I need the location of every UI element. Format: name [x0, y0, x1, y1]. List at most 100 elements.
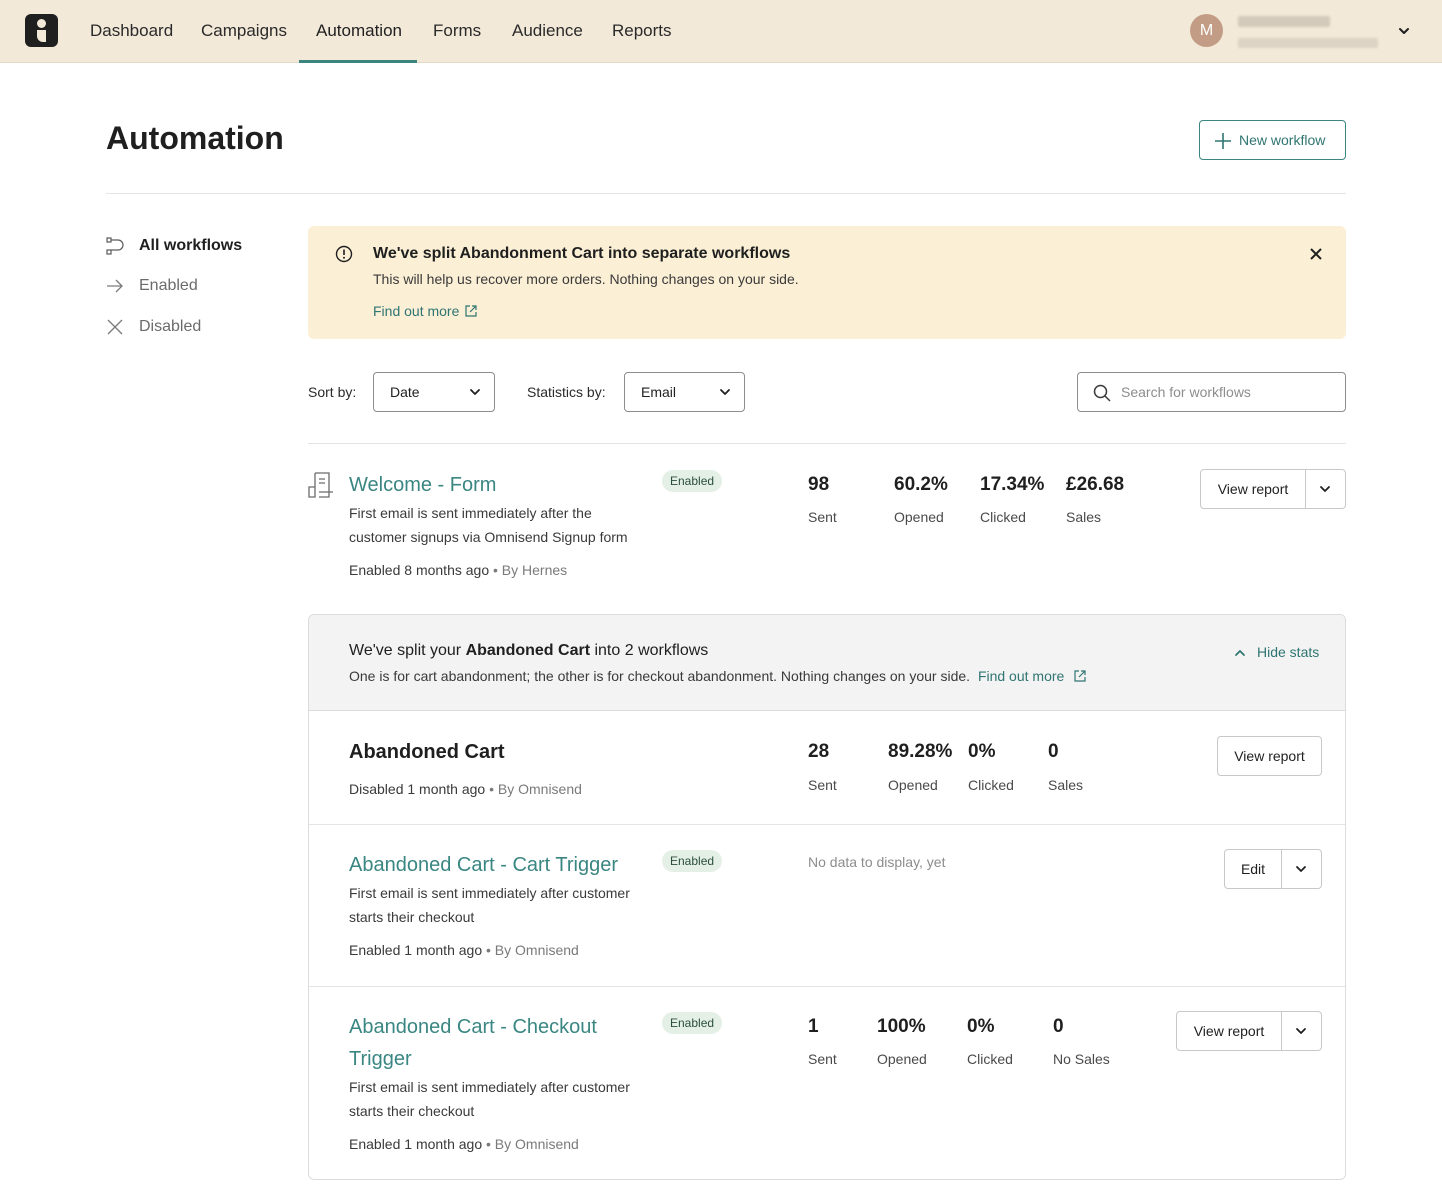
status-badge: Enabled — [662, 850, 723, 872]
edit-button[interactable]: Edit — [1225, 850, 1282, 888]
page-title: Automation — [106, 120, 284, 156]
chevron-down-icon — [1296, 866, 1306, 872]
external-link-icon — [465, 305, 477, 317]
chevron-down-icon — [470, 389, 480, 395]
workflow-author: • By Omnisend — [489, 781, 582, 797]
nav-audience[interactable]: Audience — [512, 0, 583, 63]
info-notice: We've split Abandonment Cart into separa… — [308, 226, 1346, 339]
omnisend-logo[interactable] — [25, 14, 58, 47]
sort-select[interactable]: Date — [373, 372, 495, 412]
workflow-name-cart-trigger[interactable]: Abandoned Cart - Cart Trigger — [349, 849, 618, 881]
sidebar-item-label: Enabled — [139, 277, 198, 294]
more-actions-button[interactable] — [1281, 850, 1321, 888]
workflow-name-line: Trigger — [349, 1048, 412, 1070]
workflow-author: • By Omnisend — [486, 1136, 579, 1152]
group-find-out-more-link[interactable]: Find out more — [978, 668, 1086, 684]
sidebar-item-all-workflows[interactable]: All workflows — [106, 236, 242, 256]
no-data-text: No data to display, yet — [808, 854, 946, 870]
sidebar-item-disabled[interactable]: Disabled — [106, 317, 201, 337]
close-icon[interactable] — [1309, 247, 1323, 261]
description-line: starts their checkout — [349, 1103, 475, 1119]
chevron-down-icon — [1320, 486, 1330, 492]
workflow-meta-status: Disabled 1 month ago — [349, 781, 486, 797]
chevron-down-icon — [1296, 1028, 1306, 1034]
notice-find-out-more-link[interactable]: Find out more — [373, 303, 477, 319]
nav-forms[interactable]: Forms — [433, 0, 481, 63]
link-label: Find out more — [373, 303, 460, 319]
workflow-meta: Enabled 1 month ago • By Omnisend — [349, 1136, 579, 1152]
workflow-author: • By Omnisend — [486, 942, 579, 958]
group-title-prefix: We've split your — [349, 642, 466, 659]
edit-split-button: Edit — [1224, 849, 1322, 889]
more-actions-button[interactable] — [1281, 1012, 1321, 1050]
chevron-down-icon — [720, 389, 730, 395]
description-line: customer signups via Omnisend Signup for… — [349, 529, 628, 545]
stat-value-opened: 89.28% — [888, 741, 953, 762]
stat-value-sent: 1 — [808, 1016, 819, 1037]
workflow-description: First email is sent immediately after cu… — [349, 1075, 630, 1123]
stat-value-sent: 98 — [808, 474, 830, 495]
stat-label-clicked: Clicked — [968, 777, 1014, 793]
workflow-meta: Disabled 1 month ago • By Omnisend — [349, 781, 582, 797]
abandoned-cart-group: We've split your Abandoned Cart into 2 w… — [308, 614, 1346, 1180]
hide-stats-button[interactable]: Hide stats — [1234, 644, 1319, 660]
new-workflow-label: New workflow — [1239, 132, 1326, 148]
view-report-button[interactable]: View report — [1217, 736, 1322, 776]
workflow-name-line: Abandoned Cart - Checkout — [349, 1016, 597, 1038]
header-divider — [106, 193, 1346, 194]
description-line: starts their checkout — [349, 909, 475, 925]
stat-label-sales: Sales — [1048, 777, 1084, 793]
stat-label-sent: Sent — [808, 1051, 837, 1067]
stat-label-clicked: Clicked — [980, 509, 1026, 525]
workflow-name-welcome-form[interactable]: Welcome - Form — [349, 469, 496, 501]
sidebar-item-label: Disabled — [139, 318, 202, 335]
account-name-redacted — [1238, 16, 1330, 27]
more-actions-button[interactable] — [1305, 470, 1345, 508]
chevron-down-icon[interactable] — [1397, 24, 1411, 38]
stat-value-sales: 0 — [1053, 1016, 1064, 1037]
sidebar-item-enabled[interactable]: Enabled — [106, 276, 198, 296]
workflow-icon — [106, 237, 124, 255]
link-label: Find out more — [977, 668, 1065, 684]
group-title-bold: Abandoned Cart — [465, 642, 591, 659]
workflow-author: • By Hernes — [493, 562, 568, 578]
nav-reports[interactable]: Reports — [612, 0, 672, 63]
stat-label-opened: Opened — [877, 1051, 927, 1067]
workflow-description: First email is sent immediately after cu… — [349, 881, 630, 929]
notice-text: This will help us recover more orders. N… — [373, 271, 799, 287]
stat-label-sent: Sent — [808, 509, 837, 525]
workflow-meta-status: Enabled 1 month ago — [349, 942, 483, 958]
statistics-value: Email — [641, 384, 677, 400]
avatar[interactable]: M — [1190, 14, 1223, 47]
row-divider — [309, 824, 1345, 825]
stat-value-clicked: 17.34% — [980, 474, 1045, 495]
workflow-meta: Enabled 1 month ago • By Omnisend — [349, 942, 579, 958]
workflow-name-abandoned-cart: Abandoned Cart — [349, 741, 505, 763]
group-title: We've split your Abandoned Cart into 2 w… — [349, 642, 708, 660]
description-line: First email is sent immediately after cu… — [349, 1079, 630, 1095]
stat-label-opened: Opened — [888, 777, 938, 793]
list-divider — [308, 443, 1346, 444]
nav-campaigns[interactable]: Campaigns — [201, 0, 287, 63]
top-navigation: Dashboard Campaigns Automation Forms Aud… — [0, 0, 1442, 63]
stat-value-clicked: 0% — [968, 741, 996, 762]
stat-label-clicked: Clicked — [967, 1051, 1013, 1067]
arrow-right-icon — [107, 279, 123, 293]
stat-value-sent: 28 — [808, 741, 830, 762]
workflow-name-checkout-trigger[interactable]: Abandoned Cart - Checkout Trigger — [349, 1011, 597, 1075]
stat-label-sent: Sent — [808, 777, 837, 793]
search-input[interactable] — [1121, 382, 1331, 402]
nav-automation[interactable]: Automation — [316, 0, 402, 63]
chevron-up-icon — [1235, 650, 1245, 656]
nav-dashboard[interactable]: Dashboard — [90, 0, 173, 63]
view-report-button[interactable]: View report — [1177, 1012, 1282, 1050]
workflow-meta: Enabled 8 months ago • By Hernes — [349, 562, 567, 578]
view-report-button[interactable]: View report — [1201, 470, 1306, 508]
active-tab-indicator — [299, 60, 417, 63]
stat-value-sales: £26.68 — [1066, 474, 1125, 495]
stat-value-opened: 60.2% — [894, 474, 948, 495]
statistics-select[interactable]: Email — [624, 372, 745, 412]
new-workflow-button[interactable]: New workflow — [1199, 120, 1346, 160]
description-line: First email is sent immediately after cu… — [349, 885, 630, 901]
notice-title: We've split Abandonment Cart into separa… — [373, 245, 791, 262]
